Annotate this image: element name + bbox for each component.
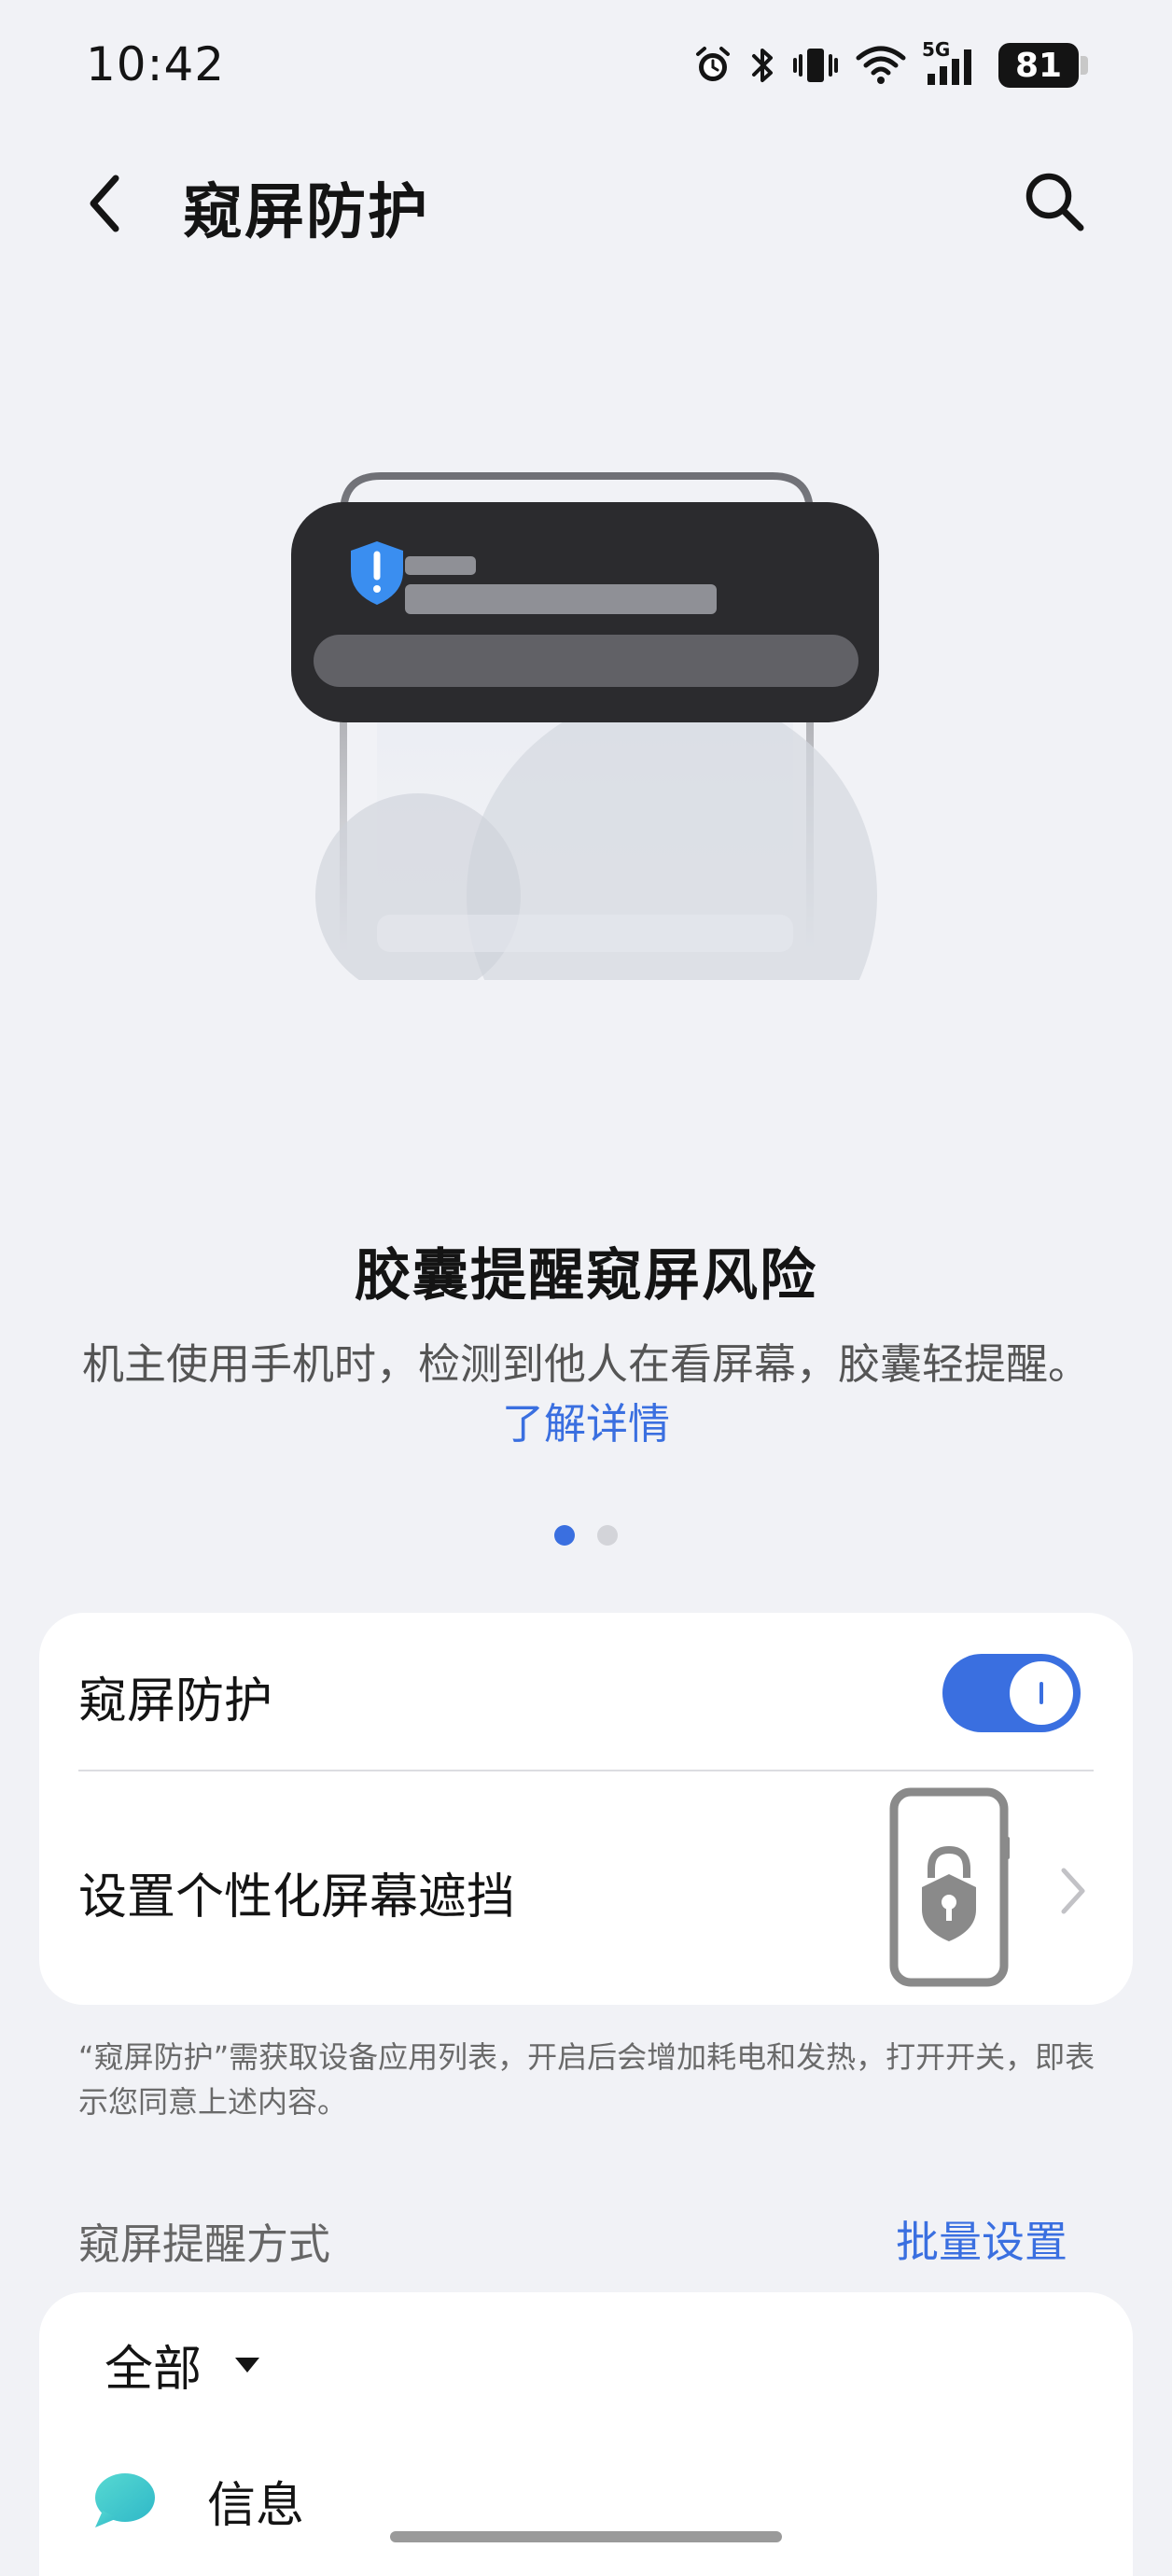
home-indicator[interactable] bbox=[390, 2531, 782, 2542]
page-title: 窥屏防护 bbox=[183, 178, 429, 247]
learn-more-link[interactable]: 了解详情 bbox=[502, 1399, 670, 1449]
protection-toggle[interactable] bbox=[942, 1654, 1081, 1732]
carousel-pagination bbox=[0, 1525, 1172, 1546]
permission-note: “窥屏防护”需获取设备应用列表，开启后会增加耗电和发热，打开开关，即表示您同意上… bbox=[78, 2039, 1095, 2120]
back-arrow-icon bbox=[90, 175, 119, 232]
app-list-item[interactable]: 信息 bbox=[90, 2466, 304, 2536]
battery-indicator: 81 bbox=[998, 43, 1088, 88]
app-label: 信息 bbox=[207, 2478, 305, 2534]
battery-level: 81 bbox=[998, 43, 1079, 88]
message-bubble-icon bbox=[95, 2472, 155, 2527]
cellular-signal: 5G bbox=[922, 38, 984, 89]
wifi-icon bbox=[856, 46, 906, 84]
carousel-description: 机主使用手机时，检测到他人在看屏幕，胶囊轻提醒。了解详情 bbox=[75, 1335, 1097, 1454]
privacy-alert-illustration bbox=[291, 472, 879, 980]
search-icon bbox=[1026, 173, 1084, 231]
alarm-icon bbox=[696, 47, 730, 81]
bluetooth-icon bbox=[752, 49, 773, 82]
battery-cap bbox=[1081, 56, 1088, 75]
batch-settings-button[interactable]: 批量设置 bbox=[896, 2208, 1067, 2270]
chevron-right-icon bbox=[1061, 1868, 1085, 1914]
signal-bars-icon bbox=[928, 49, 971, 85]
carousel-title: 胶囊提醒窥屏风险 bbox=[355, 1243, 817, 1309]
protection-toggle-label: 窥屏防护 bbox=[78, 1673, 273, 1729]
lock-phone-icon bbox=[889, 1787, 1010, 1987]
carousel-dot[interactable] bbox=[597, 1525, 618, 1546]
back-button[interactable] bbox=[84, 166, 149, 241]
toggle-knob bbox=[1010, 1661, 1073, 1725]
status-time: 10:42 bbox=[86, 37, 226, 91]
carousel-dot-active[interactable] bbox=[554, 1525, 575, 1546]
divider bbox=[78, 1770, 1094, 1771]
status-bar: 10:42 5G 81 bbox=[0, 0, 1172, 131]
dropdown-triangle-icon bbox=[235, 2357, 260, 2373]
screen: 10:42 5G 81 窥屏防护 胶囊提醒窥屏风险 机主使用手机时，检测到他人在… bbox=[0, 0, 1172, 2576]
section-label: 窥屏提醒方式 bbox=[78, 2219, 331, 2269]
vibrate-icon bbox=[793, 49, 838, 82]
status-icons: 5G 81 bbox=[692, 38, 1088, 91]
custom-mask-row[interactable]: 设置个性化屏幕遮挡 bbox=[78, 1857, 515, 1927]
filter-dropdown[interactable]: 全部 bbox=[105, 2330, 261, 2400]
carousel-description-text: 机主使用手机时，检测到他人在看屏幕，胶囊轻提醒。 bbox=[81, 1339, 1090, 1389]
filter-label: 全部 bbox=[105, 2342, 202, 2398]
search-button[interactable] bbox=[1017, 164, 1092, 239]
